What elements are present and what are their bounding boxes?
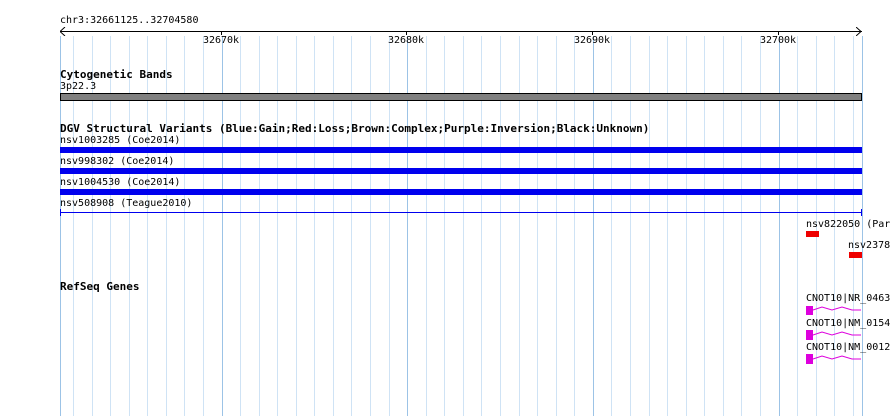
tick-label-32700k: 32700k xyxy=(759,35,797,46)
location-label: chr3:32661125..32704580 xyxy=(60,15,199,26)
refseq-track-title[interactable]: RefSeq Genes xyxy=(60,280,139,293)
sv-bar-nsv1004530[interactable] xyxy=(60,189,862,195)
sv-label-nsv822050[interactable]: nsv822050 (Par xyxy=(806,219,890,231)
sv-label-nsv1004530[interactable]: nsv1004530 (Coe2014) xyxy=(60,177,180,189)
sv-bar-nsv2378[interactable] xyxy=(849,252,862,258)
sv-label-nsv2378[interactable]: nsv2378 xyxy=(848,240,890,252)
ruler-line xyxy=(60,31,862,32)
gene-model-cnot10-nm-0012[interactable] xyxy=(806,353,862,365)
sv-label-nsv508908[interactable]: nsv508908 (Teague2010) xyxy=(60,198,192,210)
cytoband-bar[interactable] xyxy=(60,93,862,101)
gene-model-cnot10-nr[interactable] xyxy=(806,304,862,316)
sv-line-nsv508908[interactable] xyxy=(60,212,862,213)
gene-model-cnot10-nm-0154[interactable] xyxy=(806,329,862,341)
sv-line-start-cap xyxy=(60,209,61,216)
cytoband-label: 3p22.3 xyxy=(60,81,97,92)
cytoband-track-title[interactable]: Cytogenetic Bands xyxy=(60,68,173,81)
sv-label-nsv998302[interactable]: nsv998302 (Coe2014) xyxy=(60,156,174,168)
ruler-right-arrow xyxy=(856,27,862,36)
sv-bar-nsv1003285[interactable] xyxy=(60,147,862,153)
tick-label-32670k: 32670k xyxy=(202,35,240,46)
sv-bar-nsv822050[interactable] xyxy=(806,231,819,237)
ruler-left-arrow xyxy=(60,27,66,36)
sv-label-nsv1003285[interactable]: nsv1003285 (Coe2014) xyxy=(60,135,180,147)
sv-bar-nsv998302[interactable] xyxy=(60,168,862,174)
sv-line-end-cap xyxy=(861,209,862,216)
tick-label-32680k: 32680k xyxy=(387,35,425,46)
ruler-major-tick xyxy=(406,31,407,35)
tick-label-32690k: 32690k xyxy=(573,35,611,46)
ruler-major-tick xyxy=(778,31,779,35)
dgv-track-title[interactable]: DGV Structural Variants (Blue:Gain;Red:L… xyxy=(60,122,649,135)
ruler-major-tick xyxy=(221,31,222,35)
ruler-major-tick xyxy=(592,31,593,35)
